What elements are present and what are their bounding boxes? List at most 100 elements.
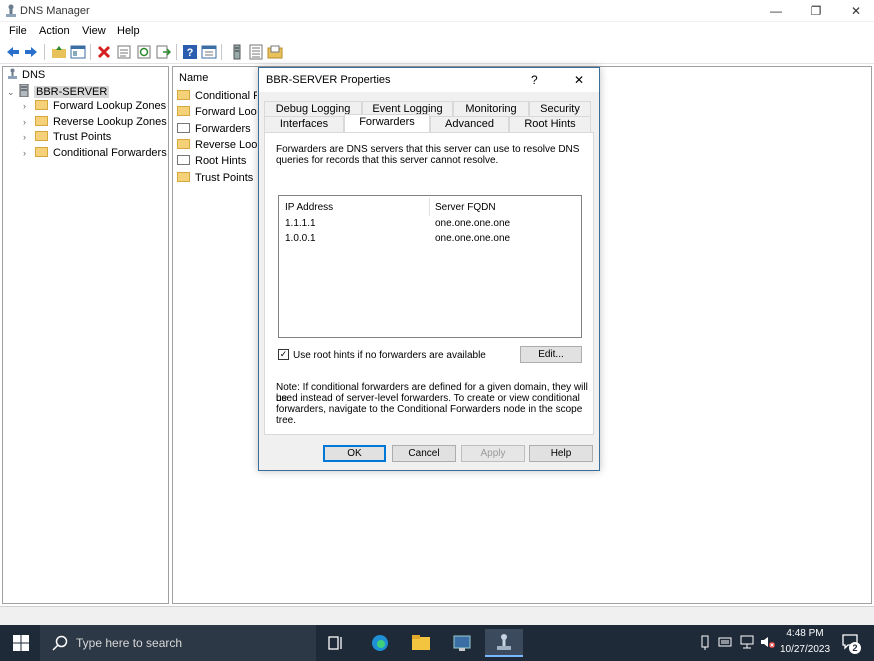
column-header-ip-address[interactable]: IP Address — [285, 202, 333, 213]
list-item[interactable]: Conditional Fo — [177, 89, 257, 104]
menu-action[interactable]: Action — [39, 25, 70, 37]
chevron-right-icon[interactable]: › — [23, 146, 35, 161]
clock-date[interactable]: 10/27/2023 — [779, 644, 831, 655]
chevron-right-icon[interactable]: › — [23, 99, 35, 114]
note-line-2: used instead of server-level forwarders.… — [276, 393, 580, 404]
forward-icon[interactable] — [23, 44, 39, 60]
edge-icon — [372, 635, 388, 651]
document-icon — [177, 123, 190, 133]
tab-security[interactable]: Security — [529, 101, 591, 117]
tree-label: Trust Points — [53, 131, 112, 143]
window-title: DNS Manager — [20, 5, 90, 17]
tree-label: Conditional Forwarders — [53, 147, 167, 159]
list-item-label: Forwarders — [195, 123, 251, 135]
list-icon[interactable] — [248, 44, 264, 60]
export-icon[interactable] — [155, 44, 171, 60]
toolbar-separator — [221, 44, 222, 60]
list-item-label: Root Hints — [195, 155, 247, 167]
tree-item-forward-lookup-zones[interactable]: › Forward Lookup Zones — [23, 99, 166, 114]
taskbar: Type here to search 4:48 PM 10/27/2023 2 — [0, 625, 874, 661]
close-window-button[interactable]: ✕ — [838, 0, 874, 22]
table-row[interactable]: 1.1.1.1 one.one.one.one — [279, 216, 581, 230]
edit-button[interactable]: Edit... — [520, 346, 582, 363]
folder-icon — [177, 90, 190, 100]
help-button[interactable]: Help — [529, 445, 593, 462]
tab-monitoring[interactable]: Monitoring — [453, 101, 529, 117]
tree-item-server[interactable]: ⌄ BBR-SERVER — [7, 83, 110, 100]
windows-start-icon[interactable] — [13, 635, 29, 651]
column-header-name[interactable]: Name — [179, 72, 208, 84]
menu-file[interactable]: File — [9, 25, 27, 37]
folder-icon — [177, 106, 190, 116]
tree-item-dns[interactable]: DNS — [7, 68, 45, 83]
tab-root-hints[interactable]: Root Hints — [509, 116, 591, 132]
up-folder-icon[interactable] — [51, 44, 67, 60]
list-item[interactable]: Reverse Looku — [177, 138, 257, 153]
dns-manager-icon — [497, 634, 511, 650]
list-item[interactable]: Root Hints — [177, 154, 257, 169]
help-icon[interactable]: ? — [182, 44, 198, 60]
folder-icon — [177, 172, 190, 182]
table-row[interactable]: 1.0.0.1 one.one.one.one — [279, 231, 581, 245]
back-icon[interactable] — [5, 44, 21, 60]
toolbar-separator — [176, 44, 177, 60]
clock-time[interactable]: 4:48 PM — [781, 628, 829, 639]
network-icon[interactable] — [740, 635, 754, 649]
server-manager-taskbar-button[interactable] — [443, 629, 481, 657]
edge-taskbar-button[interactable] — [361, 629, 399, 657]
properties-icon[interactable] — [116, 44, 132, 60]
tree-item-trust-points[interactable]: › Trust Points — [23, 130, 111, 145]
folder-icon — [35, 100, 48, 110]
dns-icon — [8, 68, 17, 79]
dns-manager-taskbar-button[interactable] — [485, 629, 523, 657]
dialog-close-button[interactable]: ✕ — [574, 73, 584, 87]
dialog-title: BBR-SERVER Properties — [266, 74, 391, 86]
list-item[interactable]: Forward Looku — [177, 105, 257, 120]
taskbar-search[interactable]: Type here to search — [40, 625, 316, 661]
volume-muted-icon[interactable] — [760, 635, 776, 649]
chevron-right-icon[interactable]: › — [23, 115, 35, 130]
document-icon — [177, 155, 190, 165]
status-bar — [0, 606, 874, 626]
toolbar-separator — [44, 44, 45, 60]
forwarders-list[interactable]: IP Address Server FQDN 1.1.1.1 one.one.o… — [278, 195, 582, 338]
list-item[interactable]: Forwarders — [177, 122, 257, 137]
ok-button[interactable]: OK — [323, 445, 386, 462]
use-root-hints-label[interactable]: Use root hints if no forwarders are avai… — [293, 350, 486, 361]
tab-advanced[interactable]: Advanced — [430, 116, 509, 132]
note-line-3: forwarders, navigate to the Conditional … — [276, 404, 583, 426]
tab-interfaces[interactable]: Interfaces — [264, 116, 344, 132]
usb-device-icon[interactable] — [700, 635, 710, 651]
chevron-right-icon[interactable]: › — [23, 130, 35, 145]
use-root-hints-checkbox[interactable]: ✓ — [278, 349, 289, 360]
tree-label: Forward Lookup Zones — [53, 100, 167, 112]
show-hide-tree-icon[interactable] — [70, 44, 86, 60]
search-placeholder: Type here to search — [76, 636, 183, 650]
new-zone-icon[interactable] — [267, 44, 283, 60]
minimize-button[interactable]: — — [758, 0, 794, 22]
keyboard-icon[interactable] — [718, 636, 732, 648]
column-header-server-fqdn[interactable]: Server FQDN — [435, 202, 496, 213]
task-view-icon[interactable] — [328, 635, 344, 651]
tree-label: Reverse Lookup Zones — [53, 116, 167, 128]
cancel-button[interactable]: Cancel — [392, 445, 456, 462]
console-icon[interactable] — [201, 44, 217, 60]
tab-forwarders[interactable]: Forwarders — [344, 114, 430, 132]
fqdn-cell: one.one.one.one — [435, 218, 511, 229]
menu-help[interactable]: Help — [117, 25, 140, 37]
dialog-help-button[interactable]: ? — [531, 73, 538, 87]
menu-view[interactable]: View — [82, 25, 106, 37]
server-icon[interactable] — [229, 44, 245, 60]
refresh-icon[interactable] — [136, 44, 152, 60]
tree-item-conditional-forwarders[interactable]: › Conditional Forwarders — [23, 146, 167, 161]
delete-icon[interactable] — [96, 44, 112, 60]
apply-button[interactable]: Apply — [461, 445, 525, 462]
dialog-titlebar: BBR-SERVER Properties ? ✕ — [259, 68, 599, 92]
maximize-button[interactable]: ❐ — [798, 0, 834, 22]
tree-item-reverse-lookup-zones[interactable]: › Reverse Lookup Zones — [23, 115, 167, 130]
file-explorer-taskbar-button[interactable] — [402, 629, 440, 657]
list-item-label: Trust Points — [195, 172, 254, 184]
chevron-down-icon[interactable]: ⌄ — [7, 85, 19, 100]
toolbar-separator — [90, 44, 91, 60]
list-item[interactable]: Trust Points — [177, 171, 257, 186]
